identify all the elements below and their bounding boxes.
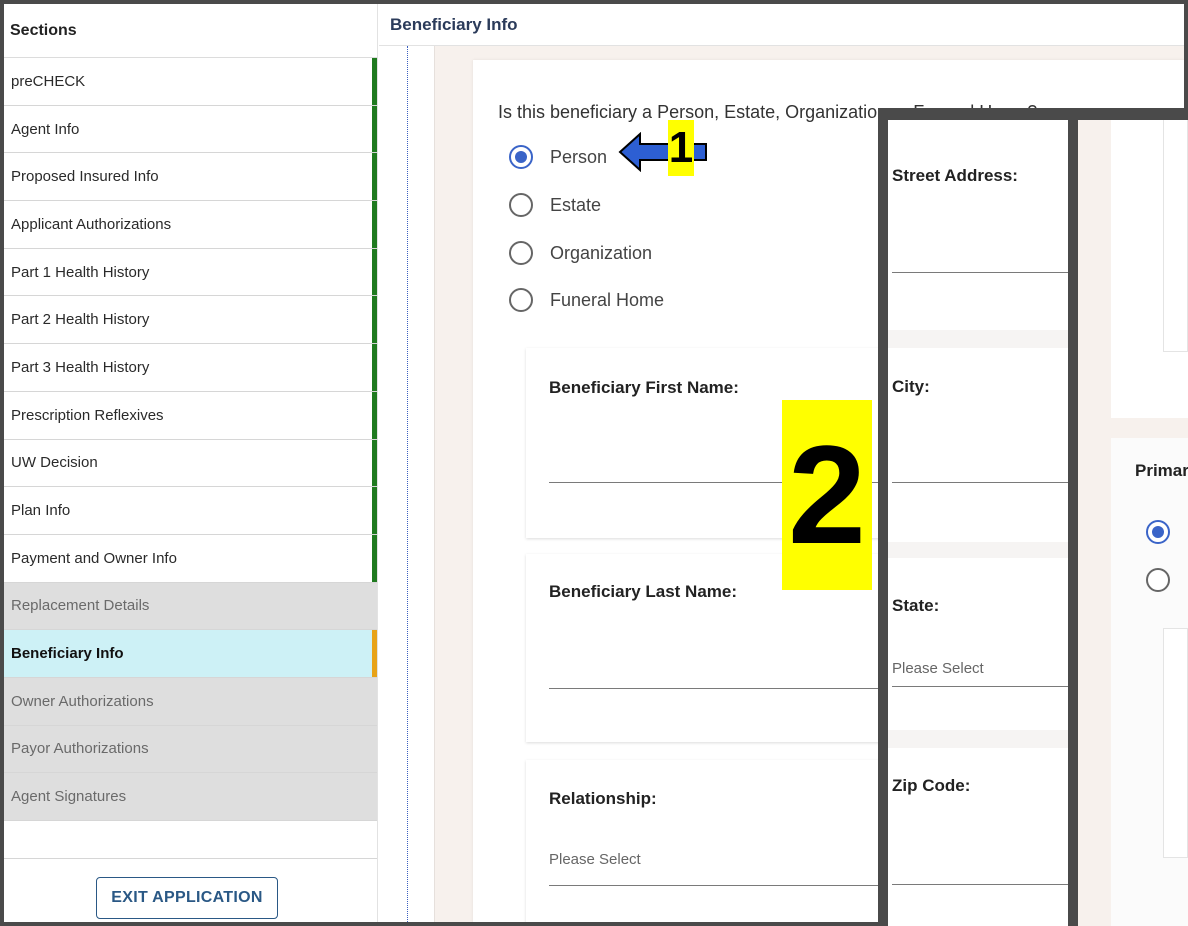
last-name-input[interactable]: [549, 688, 906, 689]
sidebar-item-agent-signatures[interactable]: Agent Signatures: [4, 773, 377, 821]
relationship-label: Relationship:: [549, 789, 657, 808]
address-panel-overlay: Street Address: City: State: Please Sele…: [878, 108, 1072, 926]
primary-section-card: Primar: [1111, 438, 1188, 926]
option-person[interactable]: Person: [509, 145, 607, 169]
sidebar-item-replacement-details[interactable]: Replacement Details: [4, 582, 377, 631]
sidebar-item-uw-decision[interactable]: UW Decision: [4, 439, 377, 488]
option-label: Organization: [550, 242, 653, 263]
sidebar-item-part-1-health-history[interactable]: Part 1 Health History: [4, 248, 377, 297]
primary-radio-selected[interactable]: [1146, 520, 1170, 544]
sidebar-item-beneficiary-info[interactable]: Beneficiary Info: [4, 630, 377, 678]
sidebar-item-applicant-authorizations[interactable]: Applicant Authorizations: [4, 201, 377, 249]
sidebar-item-prescription-reflexives[interactable]: Prescription Reflexives: [4, 391, 377, 440]
relationship-select[interactable]: Please Select: [549, 851, 641, 868]
zip-code-card: Zip Code:: [888, 748, 1068, 926]
sidebar-item-agent-info[interactable]: Agent Info: [4, 105, 377, 154]
funeral-home-radio[interactable]: [509, 288, 533, 312]
primary-section-label: Primar: [1135, 461, 1188, 480]
street-address-input[interactable]: [892, 272, 1068, 273]
option-funeral-home[interactable]: Funeral Home: [509, 288, 664, 312]
relationship-card: Relationship: Please Select: [526, 760, 906, 922]
sidebar-footer: EXIT APPLICATION: [4, 858, 377, 922]
sidebar-item-payment-and-owner-info[interactable]: Payment and Owner Info: [4, 534, 377, 583]
callout-marker-2: 2: [782, 400, 872, 590]
option-organization[interactable]: Organization: [509, 241, 652, 265]
last-name-label: Beneficiary Last Name:: [549, 582, 738, 601]
sections-list: preCHECK Agent Info Proposed Insured Inf…: [4, 58, 377, 821]
city-input[interactable]: [892, 482, 1068, 483]
sidebar-item-precheck[interactable]: preCHECK: [4, 58, 377, 106]
page-title: Beneficiary Info: [379, 4, 1184, 46]
sidebar-item-proposed-insured-info[interactable]: Proposed Insured Info: [4, 153, 377, 202]
upper-card: [1111, 120, 1188, 418]
sidebar-header: Sections: [4, 4, 377, 58]
primary-panel-overlay: Primar: [1072, 108, 1188, 926]
callout-arrow-icon: [618, 132, 707, 172]
person-radio[interactable]: [509, 145, 533, 169]
option-label: Estate: [550, 194, 602, 215]
primary-inner-card: [1163, 628, 1188, 858]
option-label: Person: [550, 146, 608, 167]
relationship-underline: [549, 885, 906, 886]
state-label: State:: [892, 596, 940, 615]
option-label: Funeral Home: [550, 289, 665, 310]
gutter-divider: [407, 46, 408, 922]
state-select[interactable]: Please Select: [892, 660, 984, 677]
state-underline: [892, 686, 1068, 687]
city-label: City:: [892, 377, 930, 396]
sidebar-item-plan-info[interactable]: Plan Info: [4, 487, 377, 535]
organization-radio[interactable]: [509, 241, 533, 265]
callout-marker-1: 1: [668, 120, 694, 176]
sections-sidebar: Sections preCHECK Agent Info Proposed In…: [4, 4, 378, 922]
street-address-label: Street Address:: [892, 166, 1018, 185]
option-estate[interactable]: Estate: [509, 193, 601, 217]
zip-code-input[interactable]: [892, 884, 1068, 885]
city-card: City:: [888, 348, 1068, 542]
zip-code-label: Zip Code:: [892, 776, 971, 795]
address-panel: Street Address: City: State: Please Sele…: [888, 120, 1068, 926]
sidebar-item-part-2-health-history[interactable]: Part 2 Health History: [4, 296, 377, 345]
primary-radio[interactable]: [1146, 568, 1170, 592]
primary-panel: Primar: [1078, 120, 1188, 926]
sidebar-item-part-3-health-history[interactable]: Part 3 Health History: [4, 344, 377, 392]
street-address-card: Street Address:: [888, 120, 1068, 330]
sidebar-item-payor-authorizations[interactable]: Payor Authorizations: [4, 725, 377, 774]
upper-inner-card: [1163, 120, 1188, 352]
estate-radio[interactable]: [509, 193, 533, 217]
first-name-label: Beneficiary First Name:: [549, 378, 739, 397]
left-gutter: [379, 46, 435, 922]
state-card: State: Please Select: [888, 558, 1068, 730]
sidebar-item-owner-authorizations[interactable]: Owner Authorizations: [4, 677, 377, 726]
exit-application-button[interactable]: EXIT APPLICATION: [96, 877, 278, 919]
